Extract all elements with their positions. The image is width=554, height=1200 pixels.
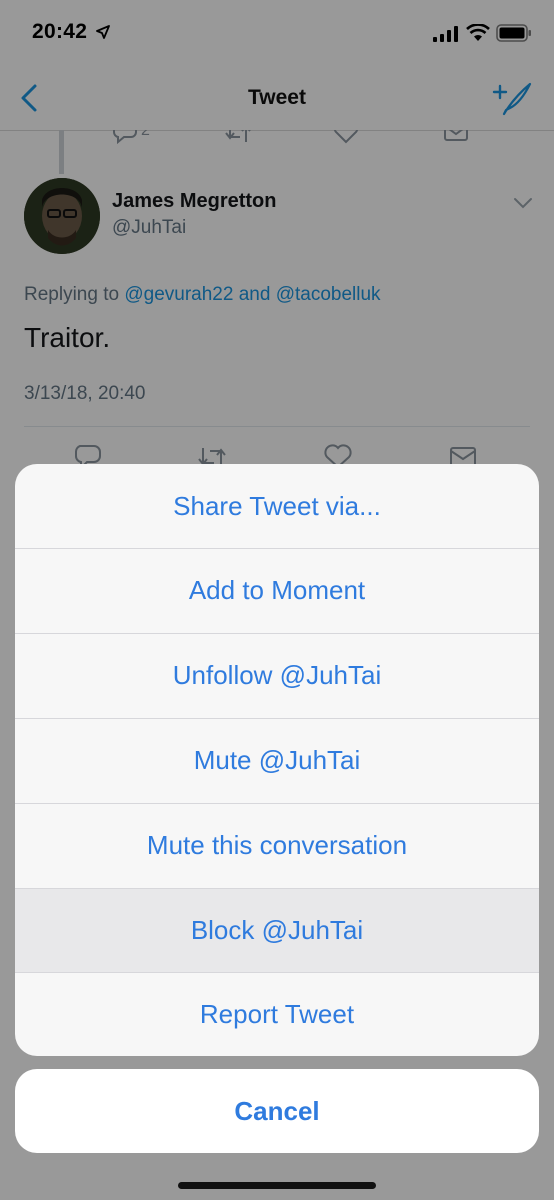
home-indicator[interactable] (178, 1182, 376, 1189)
share-tweet-via-option[interactable]: Share Tweet via... (15, 464, 539, 548)
block-user-option[interactable]: Block @JuhTai (15, 888, 539, 972)
cancel-button[interactable]: Cancel (15, 1069, 539, 1153)
mute-user-option[interactable]: Mute @JuhTai (15, 718, 539, 802)
unfollow-option[interactable]: Unfollow @JuhTai (15, 633, 539, 717)
mute-conversation-option[interactable]: Mute this conversation (15, 803, 539, 887)
report-tweet-option[interactable]: Report Tweet (15, 972, 539, 1056)
add-to-moment-option[interactable]: Add to Moment (15, 548, 539, 632)
tweet-detail-screen: 20:42 Tweet 2 James Megretton @JuhTai Re… (0, 0, 554, 1200)
action-sheet: Share Tweet via... Add to Moment Unfollo… (15, 464, 539, 1056)
